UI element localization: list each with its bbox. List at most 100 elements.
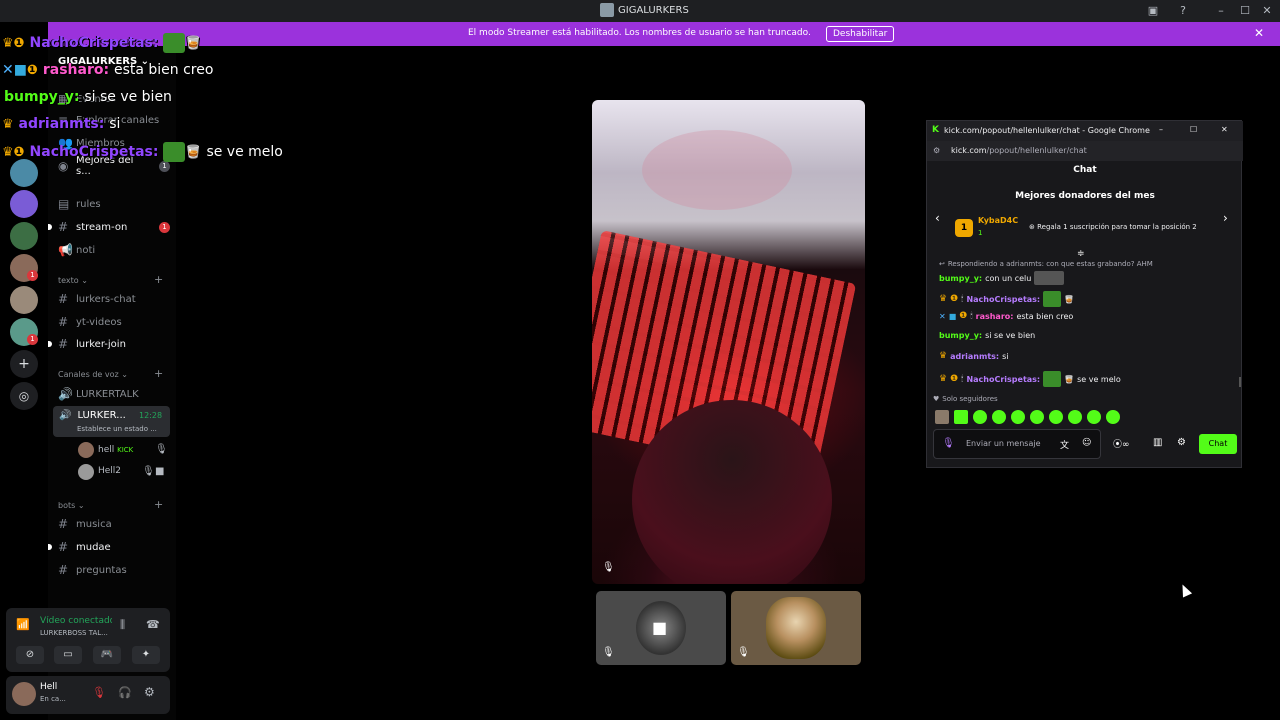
user-status: En ca... <box>40 695 66 703</box>
crown-icon: ♛ <box>939 351 948 361</box>
activity-button[interactable]: 🎮 <box>93 646 121 664</box>
username[interactable]: Hell <box>40 682 57 692</box>
channel-noti[interactable]: 📢 noti <box>58 241 170 259</box>
camera-off-button[interactable]: ⊘ <box>16 646 44 664</box>
emote-icon[interactable] <box>973 410 987 424</box>
top-donor-name[interactable]: KybaD4C <box>978 216 1018 225</box>
message-input[interactable]: 🎙 Enviar un mensaje 文 ☺ <box>933 429 1101 459</box>
reply-context: ↩ Respondiendo a adrianmts: con que estas… <box>939 260 1153 268</box>
chevron-right-icon[interactable]: › <box>1223 211 1228 225</box>
disconnect-icon[interactable]: ☎ <box>146 618 160 631</box>
voice-user-hell2[interactable]: Hell2 <box>98 466 121 476</box>
create-bot-channel-icon[interactable]: + <box>154 498 163 511</box>
overlay-chat-line: ♛ adrianmts: si <box>2 116 121 132</box>
inbox-icon[interactable]: ▣ <box>1144 2 1162 20</box>
voice-channel-link[interactable]: LURKERBOSS TAL... <box>40 629 112 637</box>
gear-icon[interactable]: ⚙ <box>144 685 155 699</box>
close-banner-icon[interactable]: ✕ <box>1254 26 1264 40</box>
popup-title-bar: K kick.com/popout/hellenlulker/chat - Go… <box>927 121 1243 141</box>
help-icon[interactable]: ? <box>1174 2 1192 20</box>
channel-lurkers-chat[interactable]: # lurkers-chat <box>58 290 170 308</box>
voice-user-hell[interactable]: hell KICK <box>98 445 133 455</box>
chat-scrollbar[interactable] <box>1239 377 1241 387</box>
popup-minimize-button[interactable]: – <box>1159 125 1163 134</box>
server-icon[interactable] <box>10 190 38 218</box>
soundboard-button[interactable]: ✦ <box>132 646 160 664</box>
translate-icon[interactable]: 文 <box>1060 438 1069 451</box>
channel-mudae[interactable]: # mudae <box>58 538 170 556</box>
server-icon[interactable] <box>10 286 38 314</box>
channel-lurker-join[interactable]: # lurker-join <box>58 335 170 353</box>
pin-toggle-icon[interactable]: ≑ <box>1077 249 1085 259</box>
mejores-count: 1 <box>159 160 170 172</box>
site-info-icon[interactable]: ⚙ <box>933 146 940 155</box>
emote-icon[interactable] <box>992 410 1006 424</box>
disable-streamer-mode-button[interactable]: Deshabilitar <box>826 26 895 42</box>
kick-logo-icon: K <box>932 125 939 135</box>
emote-icon[interactable] <box>1087 410 1101 424</box>
category-bots[interactable]: bots ⌄ <box>58 501 85 510</box>
maximize-button[interactable]: ☐ <box>1236 2 1254 20</box>
avatar <box>78 442 94 458</box>
minimize-button[interactable]: – <box>1212 2 1230 20</box>
channel-stream-on[interactable]: # stream-on 1 <box>58 218 170 236</box>
emote-icon[interactable] <box>954 410 968 424</box>
add-server-icon[interactable]: + <box>10 350 38 378</box>
emoji-icon[interactable]: ☺ <box>1082 438 1091 448</box>
voice-status[interactable]: Establece un estado ... <box>77 425 157 433</box>
mic-muted-icon[interactable]: 🎙 <box>92 686 106 699</box>
hash-icon: # <box>58 292 69 306</box>
popup-url-bar[interactable]: ⚙ kick.com/popout/hellenlulker/chat <box>927 141 1243 161</box>
badge-icon: ✕ <box>939 311 946 321</box>
avatar[interactable] <box>12 682 36 706</box>
channel-musica[interactable]: # musica <box>58 515 170 533</box>
url-text: kick.com/popout/hellenlulker/chat <box>951 146 1087 155</box>
server-icon[interactable] <box>10 159 38 187</box>
store-icon[interactable]: ▥ <box>1153 437 1162 448</box>
popup-maximize-button[interactable]: ☐ <box>1190 125 1197 134</box>
create-voice-channel-icon[interactable]: + <box>154 367 163 380</box>
discover-icon[interactable]: ◎ <box>10 382 38 410</box>
gear-icon[interactable]: ⚙ <box>1177 437 1186 448</box>
close-window-button[interactable]: ✕ <box>1258 2 1276 20</box>
channel-rules[interactable]: ▤ rules <box>58 195 170 213</box>
heart-icon: ♥ <box>933 395 940 403</box>
popup-close-button[interactable]: ✕ <box>1221 125 1228 134</box>
create-channel-icon[interactable]: + <box>154 273 163 286</box>
channel-yt-videos[interactable]: # yt-videos <box>58 313 170 331</box>
send-chat-button[interactable]: Chat <box>1199 434 1237 454</box>
voice-channel-active[interactable]: 🔊 LURKER... 12:28 Establece un estado ..… <box>53 406 170 437</box>
emote-icon <box>1043 371 1062 387</box>
emote-icon[interactable] <box>1106 410 1120 424</box>
participant-tile[interactable]: 🎙 <box>731 591 861 665</box>
microphone-icon[interactable]: 🎙 <box>942 438 955 449</box>
emote-icon[interactable] <box>1030 410 1044 424</box>
badge-icon: ✕ <box>2 62 14 78</box>
voice-status-text[interactable]: Vídeo conectado <box>40 616 112 626</box>
voice-channel-lurkertalk[interactable]: 🔊 LURKERTALK <box>58 385 170 403</box>
emote-icon[interactable] <box>935 410 949 424</box>
speaker-icon: 🔊 <box>58 387 73 401</box>
emote-icon <box>163 142 186 162</box>
participant-tile[interactable]: ■ 🎙 <box>596 591 726 665</box>
emote-icon[interactable] <box>1068 410 1082 424</box>
emote-icon[interactable] <box>1049 410 1063 424</box>
hash-icon: # <box>58 517 69 531</box>
emote-icon: 🥃 <box>1064 374 1075 384</box>
category-voz[interactable]: Canales de voz ⌄ <box>58 370 128 379</box>
headphones-icon[interactable]: 🎧 <box>118 686 132 699</box>
noise-suppression-icon[interactable]: ⫼ <box>120 618 125 632</box>
gift-sub-text[interactable]: ⊛ Regala 1 suscripción para tomar la pos… <box>1029 223 1197 231</box>
main-video-stream[interactable]: 🎙 <box>592 100 865 584</box>
rewards-icon[interactable]: ⦿∞ <box>1113 437 1130 450</box>
emote-icon[interactable] <box>1011 410 1025 424</box>
hash-icon: # <box>58 337 69 351</box>
speaker-icon: 🔊 <box>59 410 72 421</box>
server-icon[interactable] <box>10 222 38 250</box>
badge-icon: 🕯 <box>961 294 964 303</box>
screen-share-button[interactable]: ▭ <box>54 646 82 664</box>
emote-quick-bar <box>935 410 1120 424</box>
category-texto[interactable]: texto ⌄ <box>58 276 88 285</box>
chevron-left-icon[interactable]: ‹ <box>935 211 940 225</box>
channel-preguntas[interactable]: # preguntas <box>58 561 170 579</box>
